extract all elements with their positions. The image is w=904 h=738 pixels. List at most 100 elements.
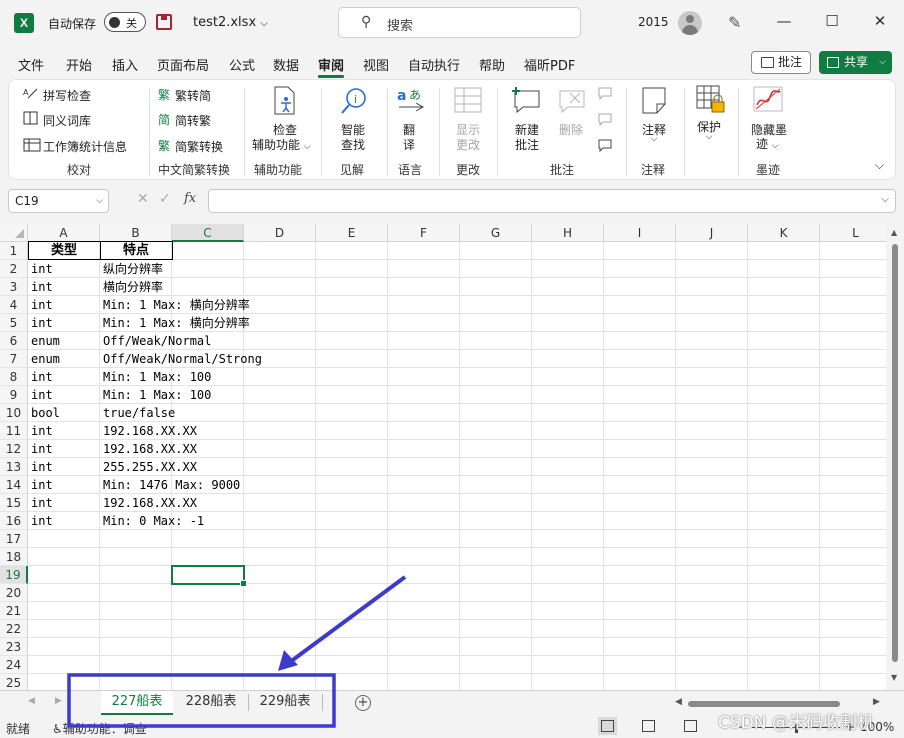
row-header-12[interactable]: 12 [0, 440, 28, 458]
add-sheet-button[interactable]: + [355, 695, 371, 711]
check-accessibility-label[interactable]: 辅助功能 ⌵ [252, 136, 311, 153]
row-header-6[interactable]: 6 [0, 332, 28, 350]
row-header-9[interactable]: 9 [0, 386, 28, 404]
menu-insert[interactable]: 插入 [112, 55, 138, 74]
thesaurus-button[interactable]: 同义词库 [43, 112, 91, 129]
name-box[interactable]: C19 ⌵ [8, 189, 109, 213]
scroll-left-icon[interactable]: ◀ [675, 697, 682, 707]
row-header-24[interactable]: 24 [0, 656, 28, 674]
menu-help[interactable]: 帮助 [479, 55, 505, 74]
select-all-button[interactable] [0, 224, 28, 242]
menu-page-layout[interactable]: 页面布局 [157, 55, 209, 74]
cell-b8[interactable]: Min: 1 Max: 100 [100, 368, 400, 386]
column-header-b[interactable]: B [100, 224, 172, 242]
previous-comment-icon[interactable] [597, 86, 613, 100]
row-header-1[interactable]: 1 [0, 242, 28, 260]
sheet-tab-228[interactable]: 228船表 [175, 691, 247, 715]
next-comment-icon[interactable] [597, 112, 613, 126]
vertical-scroll-thumb[interactable] [892, 244, 898, 662]
smart-lookup-label[interactable]: 查找 [331, 136, 375, 153]
cell-b13[interactable]: 255.255.XX.XX [100, 458, 400, 476]
menu-view[interactable]: 视图 [363, 55, 389, 74]
cell-b9[interactable]: Min: 1 Max: 100 [100, 386, 400, 404]
cell-b6[interactable]: Off/Weak/Normal [100, 332, 400, 350]
cell-b2[interactable]: 纵向分辨率 [100, 260, 400, 278]
row-header-10[interactable]: 10 [0, 404, 28, 422]
selected-cell-c19[interactable] [171, 565, 247, 587]
row-header-21[interactable]: 21 [0, 602, 28, 620]
formula-input[interactable]: ⌵ [208, 189, 896, 213]
column-header-g[interactable]: G [460, 224, 532, 242]
row-header-17[interactable]: 17 [0, 530, 28, 548]
scroll-down-icon[interactable]: ▼ [891, 673, 897, 682]
row-header-7[interactable]: 7 [0, 350, 28, 368]
ribbon-expand-icon[interactable]: ⌵ [875, 158, 884, 173]
menu-data[interactable]: 数据 [273, 55, 299, 74]
normal-view-icon[interactable] [598, 717, 617, 735]
check-icon[interactable]: ✓ [159, 191, 171, 207]
pen-icon[interactable]: ✎ [728, 13, 741, 32]
row-header-20[interactable]: 20 [0, 584, 28, 602]
minimize-icon[interactable]: — [774, 12, 794, 30]
cell-b16[interactable]: Min: 0 Max: -1 [100, 512, 400, 530]
column-header-d[interactable]: D [244, 224, 316, 242]
menu-formulas[interactable]: 公式 [229, 55, 255, 74]
menu-review[interactable]: 审阅 [318, 55, 344, 74]
cell-b4[interactable]: Min: 1 Max: 横向分辨率 [100, 296, 400, 314]
column-header-k[interactable]: K [748, 224, 820, 242]
avatar-icon[interactable] [678, 11, 702, 35]
file-name[interactable]: test2.xlsx ⌵ [193, 15, 268, 30]
column-header-e[interactable]: E [316, 224, 388, 242]
autosave-toggle[interactable]: 关 [104, 12, 146, 32]
row-header-18[interactable]: 18 [0, 548, 28, 566]
row-header-14[interactable]: 14 [0, 476, 28, 494]
share-button[interactable]: 共享 ⌵ [819, 51, 892, 74]
simp-to-trad-button[interactable]: 简转繁 [175, 112, 211, 129]
show-comments-icon[interactable] [597, 138, 613, 152]
translate-label[interactable]: 译 [394, 136, 424, 153]
cell-b11[interactable]: 192.168.XX.XX [100, 422, 400, 440]
row-header-16[interactable]: 16 [0, 512, 28, 530]
row-header-19[interactable]: 19 [0, 566, 28, 584]
row-header-25[interactable]: 25 [0, 674, 28, 690]
row-header-23[interactable]: 23 [0, 638, 28, 656]
worksheet-grid[interactable]: A B C D E F G H I J K L 1 2 3 4 5 6 7 8 9 10 11 12 13 14 15 16 17 18 1… [0, 224, 886, 690]
row-header-2[interactable]: 2 [0, 260, 28, 278]
chinese-convert-button[interactable]: 简繁转换 [175, 138, 223, 155]
cell-b14[interactable]: Min: 1476 Max: 9000 [100, 476, 400, 494]
accessibility-status[interactable]: ♿辅助功能：调查 [52, 720, 147, 737]
column-header-l[interactable]: L [820, 224, 886, 242]
spell-check-button[interactable]: 拼写检查 [43, 87, 91, 104]
row-header-13[interactable]: 13 [0, 458, 28, 476]
cell-b10[interactable]: true/false [100, 404, 400, 422]
cell-b15[interactable]: 192.168.XX.XX [100, 494, 400, 512]
workbook-stats-button[interactable]: 工作簿统计信息 [43, 138, 127, 155]
scroll-right-icon[interactable]: ▶ [873, 697, 880, 707]
sheet-tab-229[interactable]: 229船表 [249, 691, 321, 715]
close-icon[interactable]: ✕ [870, 12, 890, 30]
column-header-i[interactable]: I [604, 224, 676, 242]
scroll-up-icon[interactable]: ▲ [891, 228, 897, 237]
column-header-f[interactable]: F [388, 224, 460, 242]
row-header-22[interactable]: 22 [0, 620, 28, 638]
column-header-h[interactable]: H [532, 224, 604, 242]
cancel-icon[interactable]: ✕ [137, 191, 149, 207]
menu-home[interactable]: 开始 [66, 55, 92, 74]
insert-function-button[interactable]: fx [184, 191, 196, 206]
comments-button[interactable]: 批注 [751, 51, 811, 74]
cell-b3[interactable]: 横向分辨率 [100, 278, 400, 296]
row-header-3[interactable]: 3 [0, 278, 28, 296]
maximize-icon[interactable]: ☐ [822, 12, 842, 30]
menu-foxit-pdf[interactable]: 福昕PDF [524, 55, 575, 74]
horizontal-scroll-thumb[interactable] [688, 701, 840, 707]
row-header-5[interactable]: 5 [0, 314, 28, 332]
column-header-c[interactable]: C [172, 224, 244, 242]
row-header-15[interactable]: 15 [0, 494, 28, 512]
next-sheet-icon[interactable]: ▶ [55, 696, 62, 706]
show-changes-label[interactable]: 更改 [449, 136, 487, 153]
cell-b12[interactable]: 192.168.XX.XX [100, 440, 400, 458]
hide-ink-label[interactable]: 迹 ⌵ [756, 135, 779, 152]
vertical-scrollbar[interactable]: ▲ ▼ [886, 224, 904, 690]
row-header-4[interactable]: 4 [0, 296, 28, 314]
sheet-tab-227[interactable]: 227船表 [101, 691, 173, 715]
